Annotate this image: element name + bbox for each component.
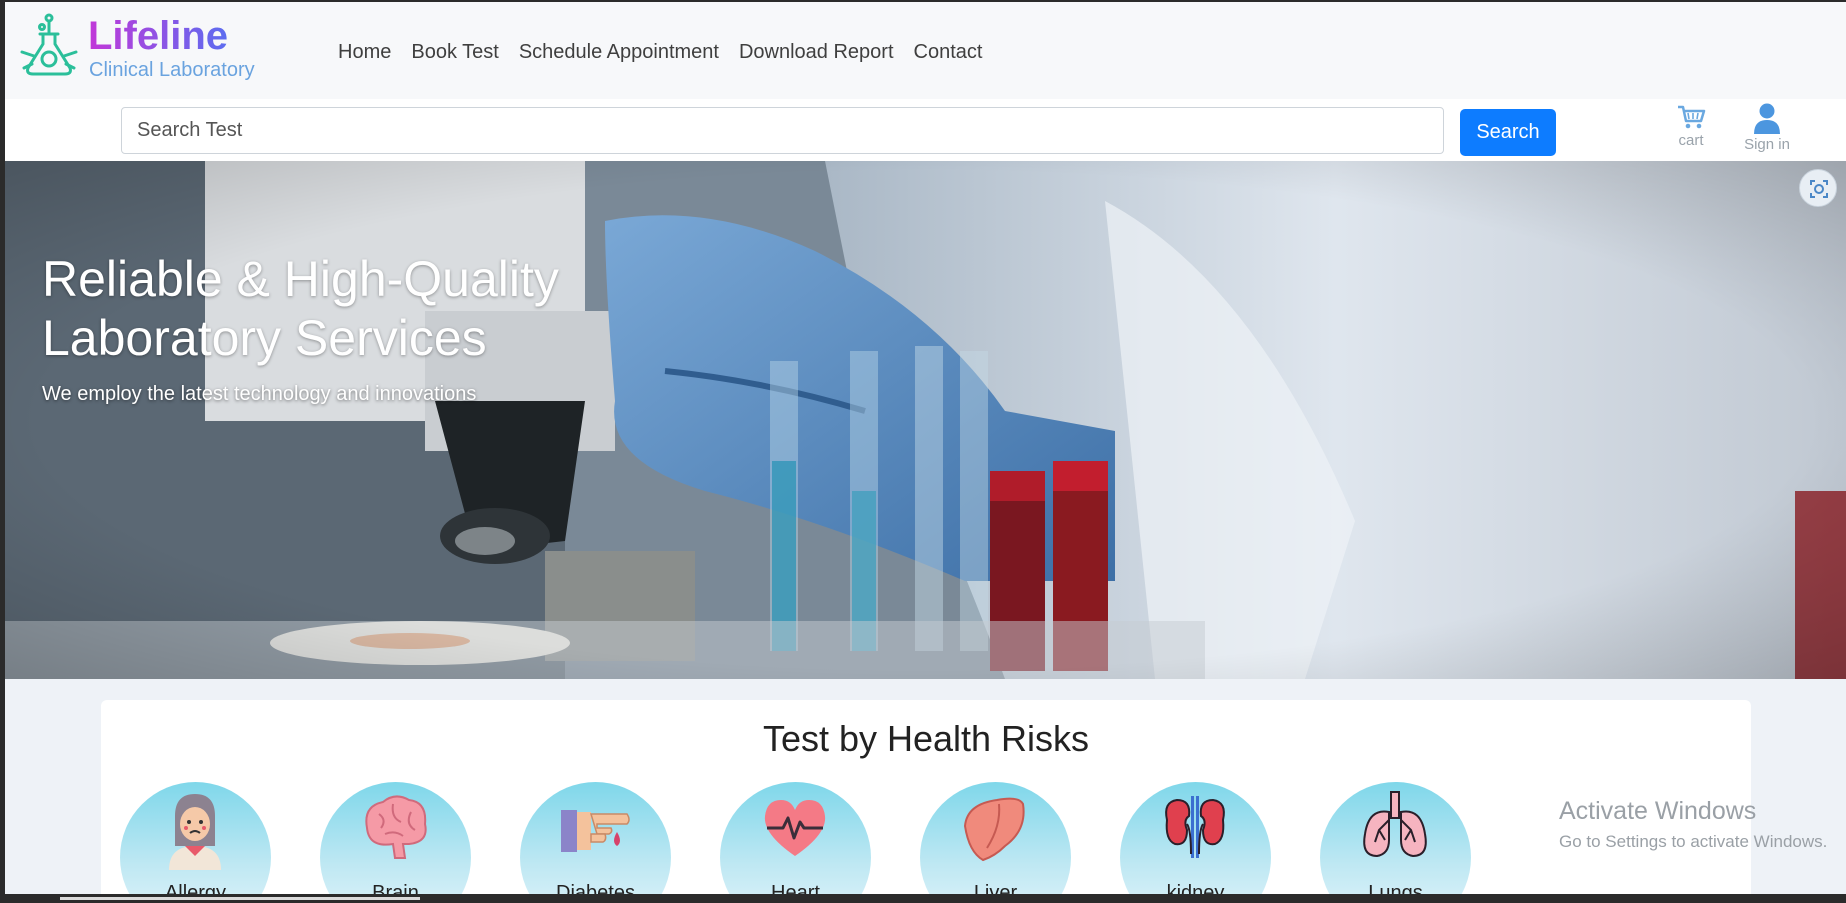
nav-item-contact[interactable]: Contact [914, 40, 983, 64]
health-risks-title: Test by Health Risks [762, 718, 1090, 759]
heart-pulse-icon [764, 800, 826, 856]
risk-item-kidney[interactable]: kidney [1120, 782, 1271, 894]
hero-title: Reliable & High-Quality Laboratory Servi… [42, 250, 662, 368]
horizontal-scrollbar[interactable] [60, 897, 420, 900]
search-bar-row: Search cart Sign in [5, 99, 1846, 161]
nav-item-download-report[interactable]: Download Report [739, 40, 894, 64]
lungs-icon [1363, 791, 1427, 858]
health-risks-section: Test by Health Risks Allergy Brain Diabe… [5, 679, 1846, 894]
hero-lab-image [5, 161, 1846, 679]
watermark-line2: Go to Settings to activate Windows. [1559, 832, 1828, 851]
visual-search-button[interactable] [1799, 169, 1837, 207]
nav-item-schedule-appointment[interactable]: Schedule Appointment [519, 40, 719, 64]
taskbar-strip [0, 894, 1846, 903]
search-button[interactable]: Search [1460, 109, 1556, 156]
cart-label: cart [1678, 132, 1704, 149]
risk-label-heart: Heart [771, 882, 820, 894]
top-navbar: Lifeline Clinical Laboratory Home Book T… [5, 2, 1846, 99]
brand-subtitle: Clinical Laboratory [89, 59, 255, 81]
risk-item-heart[interactable]: Heart [720, 782, 871, 894]
sign-in-button[interactable]: Sign in [1722, 102, 1812, 156]
hero-title-line1: Reliable & High-Quality [42, 251, 559, 307]
brand-name[interactable]: Lifeline [88, 14, 228, 58]
risk-label-diabetes: Diabetes [556, 882, 635, 894]
windows-activation-watermark: Activate Windows Go to Settings to activ… [1559, 797, 1827, 852]
nav-item-home[interactable]: Home [338, 40, 391, 64]
hero-title-line2: Laboratory Services [42, 310, 487, 366]
page: Lifeline Clinical Laboratory Home Book T… [5, 2, 1846, 894]
brain-icon [365, 795, 427, 859]
risk-item-brain[interactable]: Brain [320, 782, 471, 894]
watermark-line1: Activate Windows [1559, 797, 1757, 825]
risk-label-brain: Brain [372, 882, 419, 894]
scan-icon [1810, 180, 1828, 198]
risk-item-liver[interactable]: Liver [920, 782, 1071, 894]
user-icon [1754, 103, 1780, 134]
risk-label-lungs: Lungs [1368, 882, 1423, 894]
search-input[interactable] [121, 107, 1444, 154]
sign-in-label: Sign in [1744, 136, 1790, 153]
hero-banner: Reliable & High-Quality Laboratory Servi… [5, 161, 1846, 679]
liver-icon [963, 797, 1025, 862]
main-menu: Home Book Test Schedule Appointment Down… [338, 40, 1002, 64]
allergy-face-icon [169, 794, 221, 870]
cart-button[interactable]: cart [1668, 104, 1714, 156]
risk-label-kidney: kidney [1166, 882, 1225, 894]
hero-subtitle: We employ the latest technology and inno… [42, 383, 477, 405]
risk-item-lungs[interactable]: Lungs [1320, 782, 1471, 894]
glucose-test-icon [561, 810, 630, 852]
risk-item-diabetes[interactable]: Diabetes [520, 782, 671, 894]
nav-item-book-test[interactable]: Book Test [411, 40, 498, 64]
risk-label-liver: Liver [973, 882, 1018, 894]
risk-item-allergy[interactable]: Allergy [120, 782, 271, 894]
risk-label-allergy: Allergy [164, 882, 227, 894]
health-risks-card: Test by Health Risks Allergy Brain Diabe… [101, 700, 1751, 894]
kidney-icon [1165, 796, 1225, 858]
lab-flask-icon[interactable] [18, 12, 80, 78]
cart-icon [1678, 105, 1706, 129]
